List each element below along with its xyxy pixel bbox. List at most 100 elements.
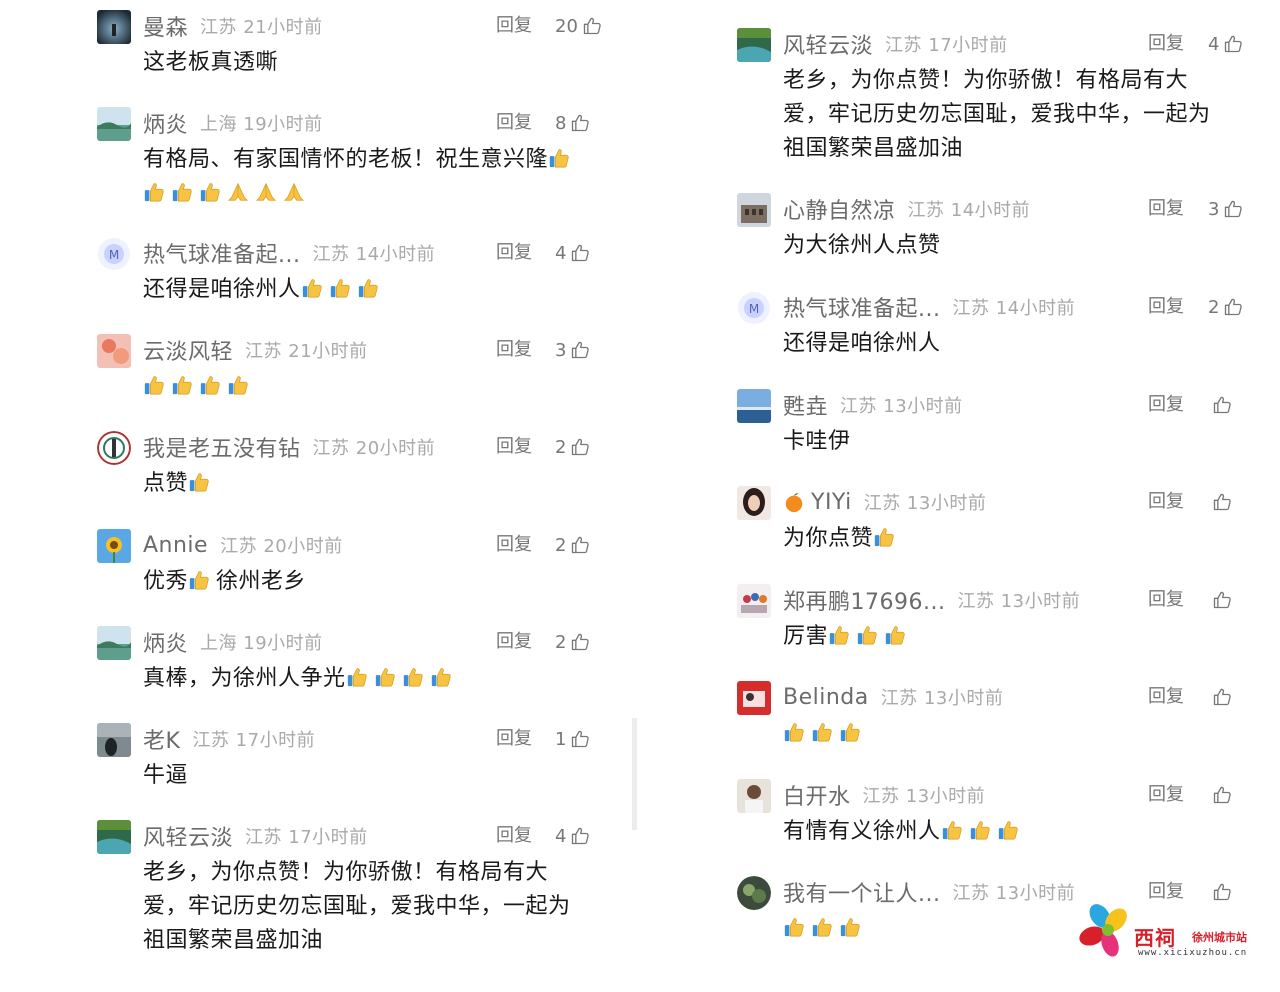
username[interactable]: 炳炎 xyxy=(143,626,188,658)
reply-button[interactable]: 回复 xyxy=(1148,580,1184,620)
comment-item: 炳炎 上海 19小时前 回复 8 有格局、有家国情怀的老板！祝生意兴隆 xyxy=(97,103,657,223)
like-button[interactable]: 2 xyxy=(1208,287,1243,327)
location-time: 江苏 17小时前 xyxy=(885,35,1008,56)
reply-button[interactable]: 回复 xyxy=(1148,189,1184,229)
reply-button[interactable]: 回复 xyxy=(1148,24,1184,64)
comment-text-main: 牛逼 xyxy=(143,763,189,788)
comment-line: 祖国繁荣昌盛加油 xyxy=(783,136,964,161)
like-button[interactable] xyxy=(1208,580,1232,620)
username[interactable]: 热气球准备起... xyxy=(143,237,300,269)
comment-header: 郑再鹏17696... 江苏 13小时前 xyxy=(783,580,1080,620)
avatar[interactable] xyxy=(97,820,131,854)
like-button[interactable] xyxy=(1208,677,1232,717)
reply-button[interactable]: 回复 xyxy=(1148,775,1184,815)
thumbs-up-emoji-icon xyxy=(874,528,894,547)
avatar[interactable] xyxy=(737,389,771,423)
reply-button[interactable]: 回复 xyxy=(496,233,532,273)
username[interactable]: 我是老五没有钻 xyxy=(143,431,301,463)
like-button[interactable]: 4 xyxy=(1208,24,1243,64)
like-button[interactable]: 3 xyxy=(555,330,590,370)
username[interactable]: 郑再鹏17696... xyxy=(783,584,945,616)
thumbs-up-emoji-icon xyxy=(885,626,905,645)
praying-hands-emoji-icon xyxy=(227,182,249,201)
reply-button[interactable]: 回复 xyxy=(496,719,532,759)
username[interactable]: 白开水 xyxy=(783,779,851,811)
reply-button[interactable]: 回复 xyxy=(1148,872,1184,912)
avatar[interactable] xyxy=(737,876,771,910)
reply-button[interactable]: 回复 xyxy=(496,330,532,370)
avatar[interactable] xyxy=(97,626,131,660)
like-button[interactable]: 3 xyxy=(1208,189,1243,229)
like-icon xyxy=(1213,883,1231,901)
username[interactable]: Annie xyxy=(143,533,208,558)
like-icon xyxy=(572,114,590,132)
username[interactable]: 风轻云淡 xyxy=(143,820,233,852)
username[interactable]: 风轻云淡 xyxy=(783,28,873,60)
avatar[interactable] xyxy=(97,529,131,563)
comment-header: 炳炎 上海 19小时前 xyxy=(143,622,323,662)
avatar[interactable] xyxy=(737,779,771,813)
like-button[interactable]: 2 xyxy=(555,525,590,565)
reply-button[interactable]: 回复 xyxy=(496,427,532,467)
username[interactable]: 甦垚 xyxy=(783,389,828,421)
reply-button[interactable]: 回复 xyxy=(496,816,532,856)
like-icon xyxy=(583,17,601,35)
location-time: 江苏 14小时前 xyxy=(312,244,436,265)
username[interactable]: 我有一个让人... xyxy=(783,876,940,908)
reply-button[interactable]: 回复 xyxy=(1148,677,1184,717)
like-button[interactable] xyxy=(1208,385,1232,425)
username[interactable]: 云淡风轻 xyxy=(143,334,233,366)
location-time: 江苏 21小时前 xyxy=(245,341,368,362)
like-button[interactable]: 2 xyxy=(555,427,590,467)
comment-emoji-line xyxy=(143,177,623,211)
thumbs-up-emoji-icon xyxy=(144,183,164,202)
avatar[interactable] xyxy=(97,10,131,44)
location-time: 江苏 13小时前 xyxy=(957,591,1081,612)
reply-button[interactable]: 回复 xyxy=(1148,287,1184,327)
avatar[interactable] xyxy=(737,193,771,227)
like-button[interactable]: 1 xyxy=(555,719,590,759)
avatar[interactable]: M xyxy=(97,237,131,271)
like-button[interactable] xyxy=(1208,482,1232,522)
reply-button[interactable]: 回复 xyxy=(1148,385,1184,425)
avatar[interactable] xyxy=(97,431,131,465)
comment-line xyxy=(783,717,1263,751)
like-button[interactable] xyxy=(1208,775,1232,815)
avatar[interactable] xyxy=(737,681,771,715)
reply-button[interactable]: 回复 xyxy=(496,103,532,143)
comment-text-main: 有情有义徐州人 xyxy=(783,819,941,844)
avatar[interactable] xyxy=(97,107,131,141)
comment-text-main: 有格局、有家国情怀的老板！祝生意兴隆 xyxy=(143,147,549,172)
thumbs-up-emoji-icon xyxy=(857,626,877,645)
location-time: 江苏 13小时前 xyxy=(840,396,963,417)
avatar[interactable] xyxy=(737,486,771,520)
avatar[interactable] xyxy=(737,28,771,62)
username[interactable]: 曼森 xyxy=(143,10,188,42)
like-button[interactable] xyxy=(1208,872,1232,912)
location-time: 江苏 17小时前 xyxy=(192,730,316,751)
reply-button[interactable]: 回复 xyxy=(496,525,532,565)
avatar[interactable] xyxy=(97,723,131,757)
praying-hands-emoji-icon xyxy=(283,182,305,201)
like-button[interactable]: 4 xyxy=(555,233,590,273)
username[interactable]: 心静自然凉 xyxy=(783,193,896,225)
like-button[interactable]: 2 xyxy=(555,622,590,662)
username[interactable]: 老K xyxy=(143,723,180,755)
username[interactable]: 热气球准备起... xyxy=(783,291,940,323)
avatar[interactable]: M xyxy=(737,291,771,325)
like-button[interactable]: 20 xyxy=(555,6,602,46)
like-button[interactable]: 4 xyxy=(555,816,590,856)
username[interactable]: YIYi xyxy=(811,490,852,515)
thumbs-up-emoji-icon xyxy=(172,183,192,202)
reply-button[interactable]: 回复 xyxy=(496,6,532,46)
like-button[interactable]: 8 xyxy=(555,103,590,143)
thumbs-up-emoji-icon xyxy=(375,668,395,687)
like-count: 4 xyxy=(555,242,567,264)
username[interactable]: Belinda xyxy=(783,685,869,710)
avatar[interactable] xyxy=(737,584,771,618)
reply-button[interactable]: 回复 xyxy=(1148,482,1184,522)
avatar[interactable] xyxy=(97,334,131,368)
reply-button[interactable]: 回复 xyxy=(496,622,532,662)
username[interactable]: 炳炎 xyxy=(143,107,188,139)
like-icon xyxy=(1213,396,1231,414)
